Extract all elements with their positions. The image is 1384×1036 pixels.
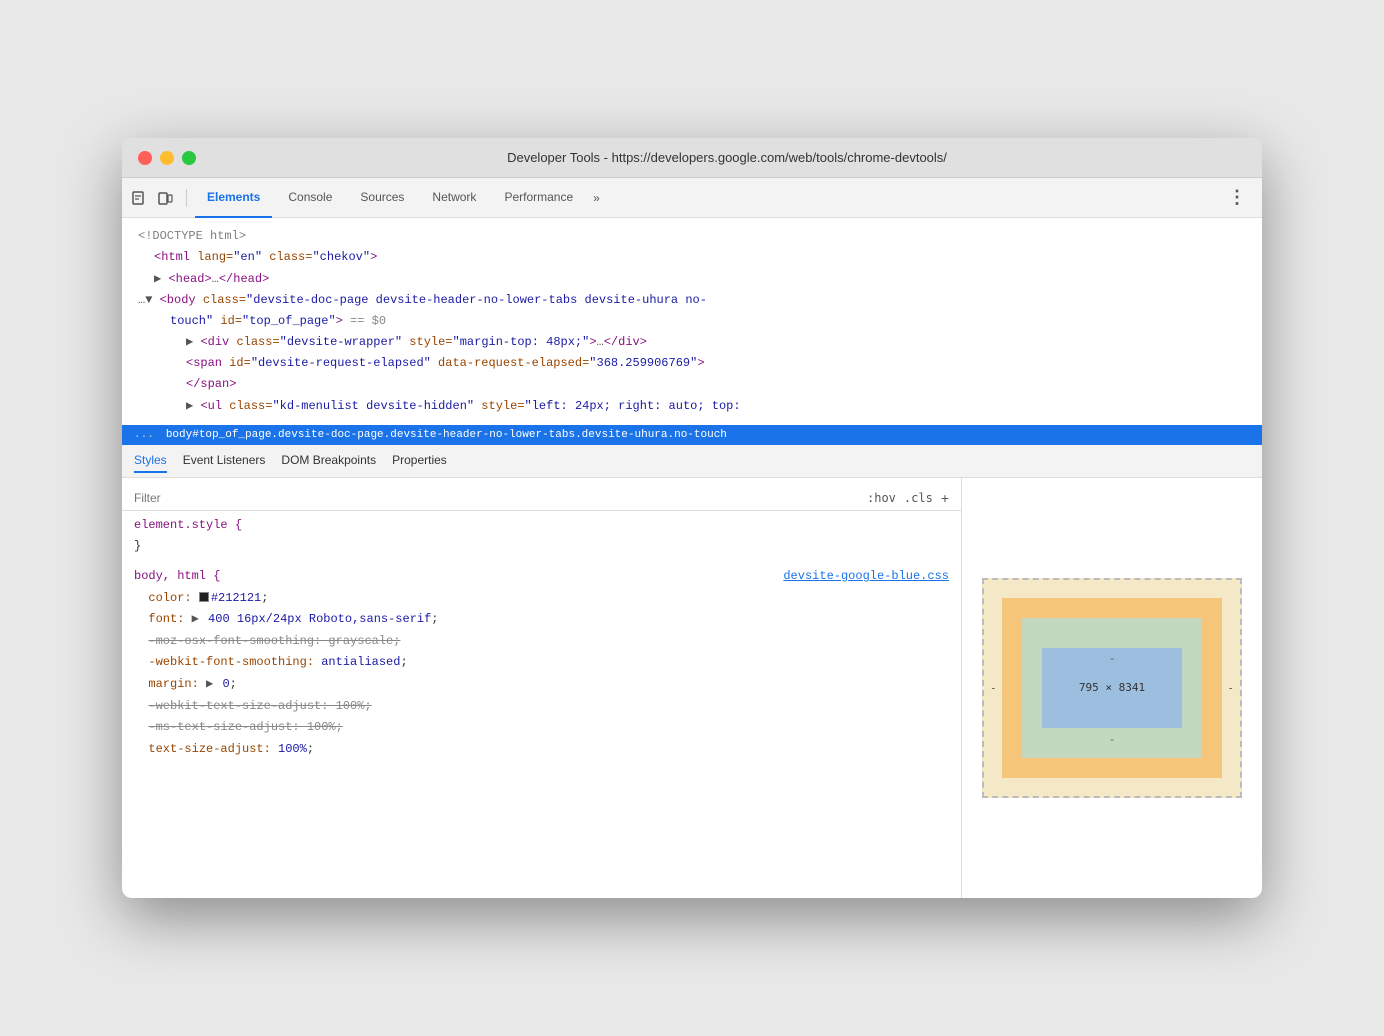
css-prop-margin: margin: ▶ 0; bbox=[134, 674, 949, 696]
box-dash-left: - bbox=[990, 681, 997, 694]
tab-performance[interactable]: Performance bbox=[492, 178, 585, 218]
minimize-button[interactable] bbox=[160, 151, 174, 165]
maximize-button[interactable] bbox=[182, 151, 196, 165]
device-icon[interactable] bbox=[156, 189, 174, 207]
toolbar-icons bbox=[130, 189, 187, 207]
title-bar: Developer Tools - https://developers.goo… bbox=[122, 138, 1262, 178]
css-prop-webkit-text: -webkit-text-size-adjust: 100%; bbox=[134, 696, 949, 718]
css-prop-color: color: #212121; bbox=[134, 588, 949, 610]
tab-sources[interactable]: Sources bbox=[348, 178, 416, 218]
dom-line-body: …▼ <body class="devsite-doc-page devsite… bbox=[122, 290, 1262, 311]
dom-line: <!DOCTYPE html> bbox=[122, 226, 1262, 247]
sub-tab-styles[interactable]: Styles bbox=[134, 449, 167, 473]
devtools-window: Developer Tools - https://developers.goo… bbox=[122, 138, 1262, 898]
css-prop-moz: -moz-osx-font-smoothing: grayscale; bbox=[134, 631, 949, 653]
breadcrumb-bar: ... body#top_of_page.devsite-doc-page.de… bbox=[122, 425, 1262, 445]
css-block-element-style: element.style { } bbox=[122, 511, 961, 562]
filter-bar: Filter :hov .cls + bbox=[122, 486, 961, 511]
styles-panel: Filter :hov .cls + element.style { } bbox=[122, 478, 1262, 898]
styles-left: Filter :hov .cls + element.style { } bbox=[122, 478, 962, 898]
tab-elements[interactable]: Elements bbox=[195, 178, 272, 218]
dom-line: ▶ <head>…</head> bbox=[122, 269, 1262, 290]
add-style-button[interactable]: + bbox=[941, 490, 949, 506]
main-toolbar: Elements Console Sources Network Perform… bbox=[122, 178, 1262, 218]
dom-line: <html lang="en" class="chekov"> bbox=[122, 247, 1262, 268]
dom-line: </span> bbox=[122, 374, 1262, 395]
dom-line-truncated: ▶ <ul class="kd-menulist devsite-hidden"… bbox=[122, 396, 1262, 417]
window-title: Developer Tools - https://developers.goo… bbox=[208, 150, 1246, 165]
more-menu-button[interactable]: ⋮ bbox=[1220, 187, 1254, 208]
box-model-panel: 795 × 8341 - - - - bbox=[962, 478, 1262, 898]
dom-line-body-cont: touch" id="top_of_page"> == $0 bbox=[122, 311, 1262, 332]
breadcrumb: body#top_of_page.devsite-doc-page.devsit… bbox=[166, 429, 727, 441]
dom-line: ▶ <div class="devsite-wrapper" style="ma… bbox=[122, 332, 1262, 353]
dom-panel: <!DOCTYPE html> <html lang="en" class="c… bbox=[122, 218, 1262, 425]
color-swatch bbox=[199, 592, 209, 602]
css-selector-link-line: body, html { devsite-google-blue.css bbox=[134, 566, 949, 588]
css-prop-font: font: ▶ 400 16px/24px Roboto,sans-serif; bbox=[134, 609, 949, 631]
styles-wrapper: Filter :hov .cls + element.style { } bbox=[122, 478, 1262, 898]
tab-console[interactable]: Console bbox=[276, 178, 344, 218]
css-prop-ms-text: -ms-text-size-adjust: 100%; bbox=[134, 717, 949, 739]
devtools-body: Elements Console Sources Network Perform… bbox=[122, 178, 1262, 898]
css-prop-text-size: text-size-adjust: 100%; bbox=[134, 739, 949, 761]
close-button[interactable] bbox=[138, 151, 152, 165]
tab-network[interactable]: Network bbox=[420, 178, 488, 218]
sub-toolbar: Styles Event Listeners DOM Breakpoints P… bbox=[122, 445, 1262, 478]
css-prop-webkit-font: -webkit-font-smoothing: antialiased; bbox=[134, 652, 949, 674]
filter-cls[interactable]: .cls bbox=[904, 491, 933, 505]
css-block-body-html: body, html { devsite-google-blue.css col… bbox=[122, 562, 961, 764]
css-selector-line: element.style { bbox=[134, 515, 949, 537]
filter-label: Filter bbox=[134, 491, 161, 505]
traffic-lights bbox=[138, 151, 196, 165]
css-source-link[interactable]: devsite-google-blue.css bbox=[783, 569, 949, 583]
sub-tab-event-listeners[interactable]: Event Listeners bbox=[183, 449, 266, 473]
dom-line: <span id="devsite-request-elapsed" data-… bbox=[122, 353, 1262, 374]
tab-more[interactable]: » bbox=[589, 183, 604, 213]
box-dash-bottom: - bbox=[1109, 733, 1116, 746]
sub-tab-dom-breakpoints[interactable]: DOM Breakpoints bbox=[281, 449, 376, 473]
box-dash-right: - bbox=[1227, 681, 1234, 694]
inspect-icon[interactable] bbox=[130, 189, 148, 207]
sub-tab-properties[interactable]: Properties bbox=[392, 449, 447, 473]
css-close-line: } bbox=[134, 536, 949, 558]
box-model-diagram: 795 × 8341 - - - - bbox=[982, 578, 1242, 798]
box-dash-top: - bbox=[1109, 652, 1116, 665]
filter-hov[interactable]: :hov bbox=[867, 491, 896, 505]
